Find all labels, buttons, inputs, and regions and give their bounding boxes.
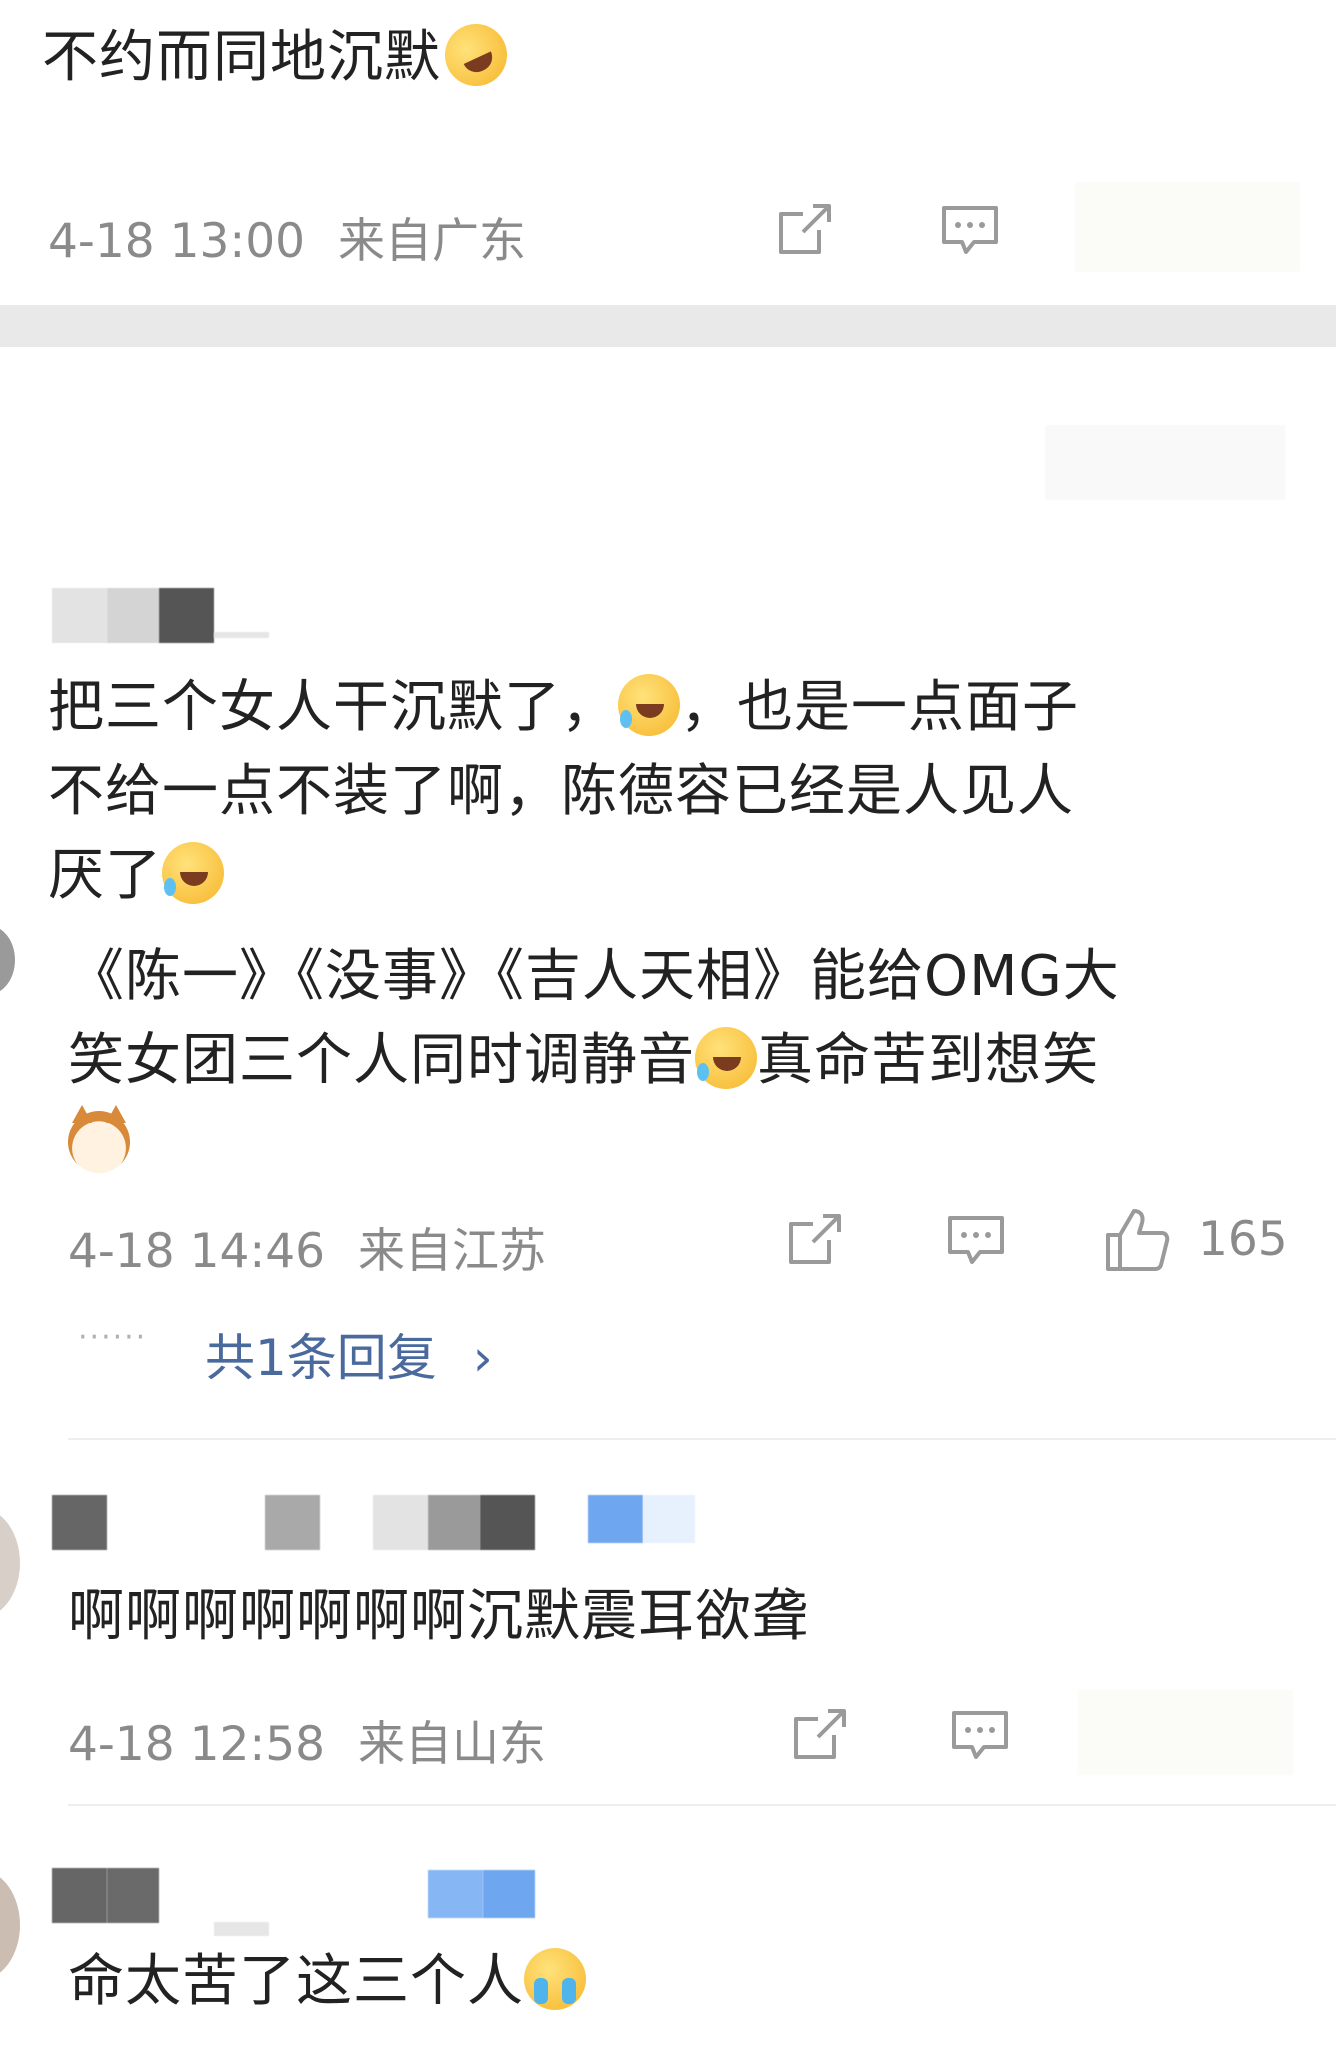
rofl-emoji-icon [434,13,518,97]
section-divider [0,305,1336,347]
comment-time: 4-18 12:58 [68,1717,326,1772]
like-button-blurred[interactable] [1078,1690,1293,1775]
avatar[interactable] [0,925,15,995]
like-button-blurred[interactable] [1075,182,1300,272]
vip-badge-blurred [428,1870,483,1918]
comment-icon[interactable] [946,1210,1006,1270]
username-blurred[interactable] [480,1495,535,1550]
comment-location: 来自江苏 [358,1224,547,1279]
username-blurred[interactable] [107,1868,159,1923]
share-icon[interactable] [785,1210,845,1270]
comment-icon[interactable] [940,200,1000,260]
crying-emoji-icon [524,1948,586,2010]
comment-text: 命太苦了这三个人 [68,1940,586,2024]
username-blurred[interactable] [52,1868,107,1923]
cat-emoji-icon [68,1105,130,1173]
sort-control-blurred[interactable] [1045,425,1285,500]
avatar[interactable] [0,1508,20,1618]
replies-dots: ······ [78,1320,148,1355]
username-blurred[interactable] [107,588,159,643]
username-blurred[interactable] [214,632,269,638]
username-blurred[interactable] [52,1495,107,1550]
thumbs-up-icon[interactable] [1102,1205,1172,1275]
share-icon[interactable] [775,200,835,260]
avatar[interactable] [0,1870,20,1980]
comment-location: 来自山东 [358,1717,547,1772]
comment-icon[interactable] [950,1705,1010,1765]
comment-time: 4-18 14:46 [68,1224,326,1279]
post-location: 来自广东 [338,214,527,269]
comment-text: 把三个女人干沉默了， ，也是一点面子 不给一点不装了啊，陈德容已经是人见人 厌了 [48,674,1079,908]
vip-badge-blurred [588,1495,643,1543]
view-replies-link[interactable]: 共1条回复 › [205,1318,493,1390]
comment-meta: 4-18 14:46 来自江苏 [68,1212,546,1281]
like-count: 165 [1198,1212,1288,1267]
username-blurred[interactable] [265,1495,320,1550]
chevron-right-icon: › [472,1329,493,1387]
comment-text: 啊啊啊啊啊啊啊沉默震耳欲聋 [68,1584,809,1649]
comment-meta: 4-18 12:58 来自山东 [68,1705,546,1774]
comment-divider [68,1438,1336,1440]
share-icon[interactable] [790,1705,850,1765]
username-blurred[interactable] [373,1495,428,1550]
comment-divider [68,1804,1336,1806]
username-blurred[interactable] [52,588,107,643]
username-blurred[interactable] [159,588,214,643]
post-text: 不约而同地沉默 [42,13,518,100]
vip-badge-blurred [483,1870,535,1918]
vip-badge-blurred [643,1495,695,1543]
quoted-text: 《陈一》《没事》《吉人天相》能给OMG大 笑女团三个人同时调静音 真命苦到想笑 [68,935,1308,1187]
laugh-cry-emoji-icon [695,1027,757,1089]
post-time: 4-18 13:00 [48,214,306,269]
username-blurred[interactable] [428,1495,480,1550]
username-blurred[interactable] [214,1922,269,1936]
post-meta: 4-18 13:00 来自广东 [48,202,526,271]
laugh-cry-emoji-icon [162,842,224,904]
laugh-cry-emoji-icon [618,674,680,736]
